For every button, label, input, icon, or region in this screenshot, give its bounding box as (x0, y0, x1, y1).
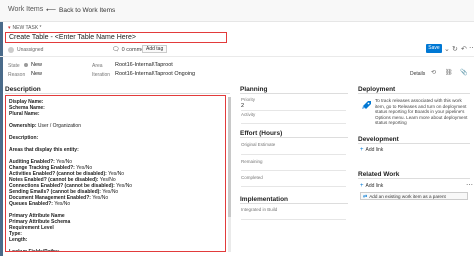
planning-heading: Planning (240, 86, 268, 93)
state-dropdown[interactable]: New (24, 62, 42, 68)
work-item-type-color-bar (0, 22, 3, 256)
add-existing-parent-label: Add an existing work item as a parent (369, 194, 446, 199)
description-line: Lookup Fields/Paths: (9, 249, 222, 252)
development-heading: Development (358, 136, 399, 143)
description-line-value: User / Organization (36, 123, 81, 129)
work-item-title-input[interactable]: Create Table - <Enter Table Name Here> (5, 32, 227, 43)
work-item-id: ▾ NEW TASK * (8, 25, 42, 31)
back-to-work-items-link[interactable]: ⟵ Back to Work Items (46, 6, 115, 14)
details-tab[interactable]: Details (410, 71, 425, 77)
completed-field[interactable] (241, 186, 346, 187)
save-dropdown-chevron-icon[interactable]: ⌄ (444, 45, 450, 53)
work-item-type-icon: ▾ (8, 25, 11, 31)
remaining-label: Remaining (241, 159, 263, 164)
attachment-icon[interactable]: 📎 (460, 69, 467, 76)
priority-label: Priority (241, 97, 256, 102)
back-arrow-icon: ⟵ (46, 7, 57, 14)
area-path-field[interactable]: Root16-Internal\Taproot (115, 62, 173, 68)
more-actions-icon[interactable]: ⋯ (469, 44, 474, 52)
refresh-icon[interactable]: ↻ (452, 45, 458, 53)
add-tag-button[interactable]: Add tag (142, 45, 168, 53)
header-divider (0, 56, 474, 57)
history-icon[interactable]: ⟲ (431, 69, 436, 76)
integrated-in-build-field[interactable] (241, 219, 346, 220)
completed-label: Completed (241, 175, 263, 180)
plus-icon: + (360, 183, 364, 189)
description-line-label: Description: (9, 135, 39, 141)
description-line-label: Lookup Fields/Paths: (9, 249, 60, 252)
deployment-info-text: To track releases associated with this w… (375, 98, 468, 125)
state-label: State (8, 63, 20, 69)
description-line-label: Queues Enabled?: (9, 201, 53, 207)
related-work-more-icon[interactable]: ⋯ (466, 181, 473, 189)
development-divider (358, 143, 470, 144)
iteration-label: Iteration (92, 72, 111, 78)
description-editor[interactable]: Display Name: Schema Name: Plural Name: Own… (5, 95, 226, 252)
iteration-path-field[interactable]: Root16-Internal\Taproot Ongoing (115, 71, 195, 77)
description-line-label: Areas that display this entity: (9, 147, 79, 153)
back-label: Back to Work Items (59, 7, 116, 14)
priority-field[interactable]: 2 (241, 103, 244, 109)
description-line-label: Ownership: (9, 123, 37, 129)
avatar (8, 47, 14, 53)
development-add-link-label: Add link (365, 147, 384, 153)
comment-icon: 🗨 (112, 47, 120, 53)
implementation-divider (240, 203, 348, 204)
activity-field[interactable] (241, 123, 346, 124)
remaining-field[interactable] (241, 170, 346, 171)
undo-icon[interactable]: ↶ (461, 45, 467, 53)
state-dot-icon (24, 62, 28, 67)
reason-dropdown[interactable]: New (31, 71, 42, 77)
links-icon[interactable]: ⛓ (445, 69, 453, 76)
description-line-label: Plural Name: (9, 111, 40, 117)
save-button[interactable]: Save (426, 44, 442, 53)
assignee-picker[interactable]: Unassigned (8, 47, 43, 53)
description-line-label: Length: (9, 237, 28, 243)
page-title: Work Items (8, 6, 44, 13)
effort-heading: Effort (Hours) (240, 130, 283, 137)
work-item-id-label: NEW TASK * (12, 25, 42, 31)
assignee-name: Unassigned (17, 47, 44, 53)
related-work-add-link[interactable]: + Add link (360, 183, 383, 189)
related-work-heading: Related Work (358, 171, 400, 178)
scrollbar-thumb[interactable] (228, 97, 231, 217)
effort-divider (240, 137, 348, 138)
comments-count: 0 (121, 46, 125, 53)
deployment-heading: Deployment (358, 86, 396, 93)
rocket-icon (362, 101, 371, 109)
top-bar: Work Items ⟵ Back to Work Items (0, 0, 474, 22)
description-scrollbar[interactable] (228, 97, 231, 252)
description-divider (5, 93, 230, 94)
original-estimate-field[interactable] (241, 154, 346, 155)
reason-label: Reason (8, 72, 26, 78)
planning-divider (240, 93, 348, 94)
implementation-heading: Implementation (240, 196, 289, 203)
original-estimate-label: Original Estimate (241, 142, 276, 147)
priority-underline (241, 110, 346, 111)
plus-icon: + (360, 147, 364, 153)
activity-label: Activity (241, 112, 256, 117)
description-line-value: Yes/No (52, 201, 71, 207)
integrated-in-build-label: Integrated in Build (241, 207, 278, 212)
add-existing-parent-button[interactable]: ⇄ Add an existing work item as a parent (360, 192, 468, 200)
description-heading: Description (5, 86, 41, 93)
area-label: Area (92, 63, 103, 69)
related-work-add-link-label: Add link (365, 183, 384, 189)
development-add-link[interactable]: + Add link (360, 147, 383, 153)
deployment-divider (358, 93, 470, 94)
link-icon: ⇄ (363, 194, 368, 200)
related-work-divider (358, 178, 470, 179)
description-line-value: Yes/No (90, 195, 109, 201)
state-value: New (31, 62, 43, 68)
